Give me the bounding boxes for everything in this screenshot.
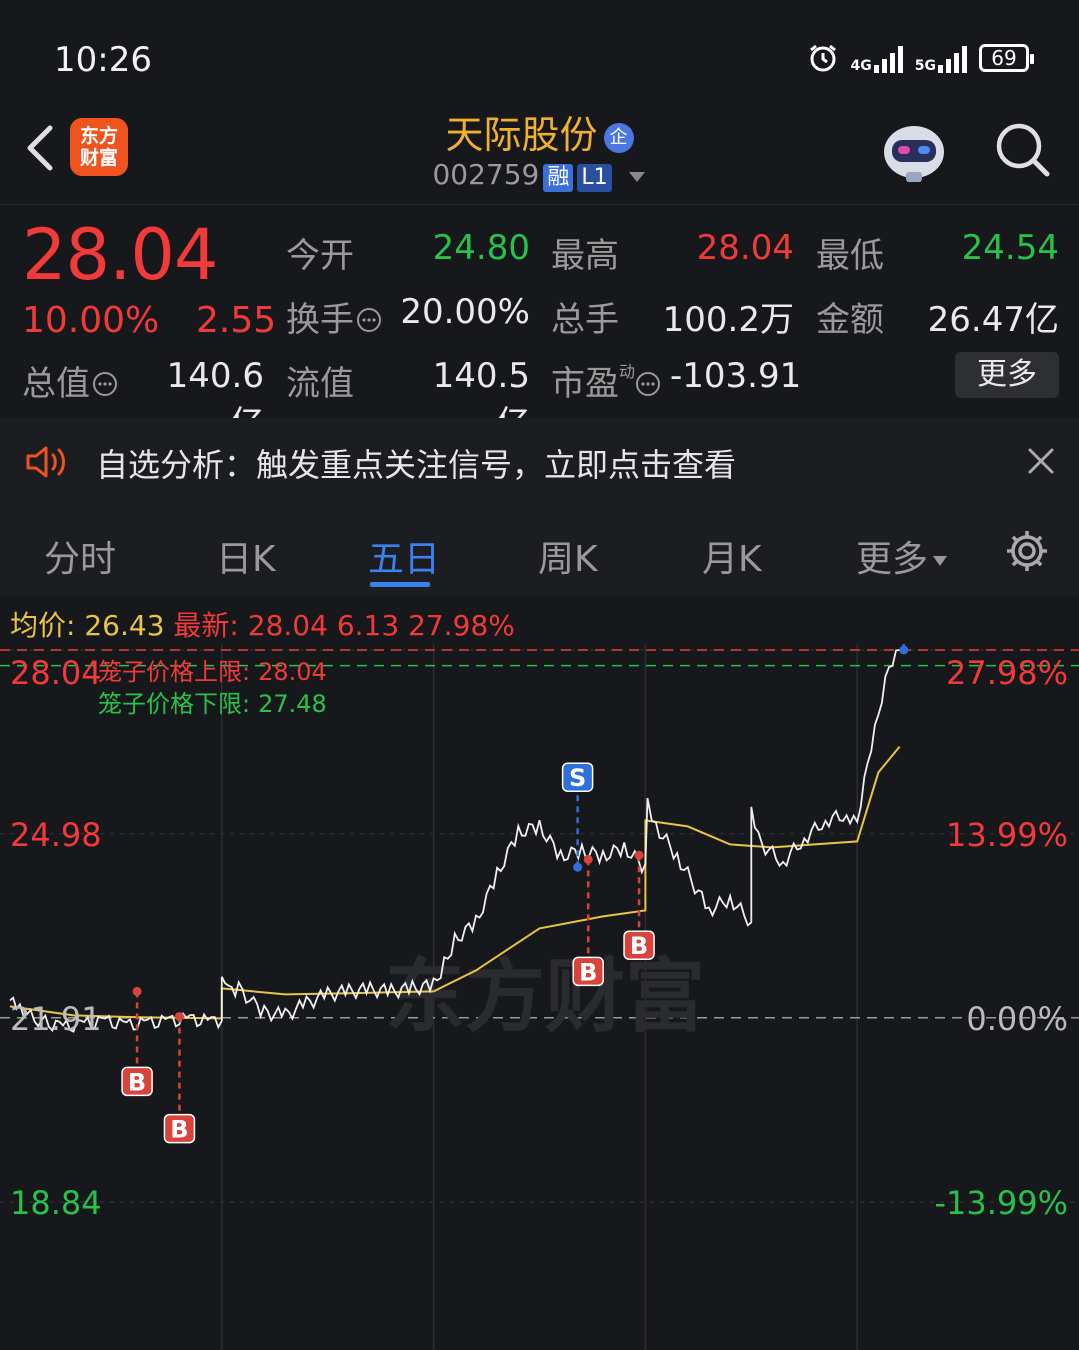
battery-icon: 69	[979, 44, 1034, 72]
signal-bars-icon	[938, 43, 967, 73]
buy-marker-label: B	[630, 932, 648, 960]
current-price: 28.04	[22, 214, 218, 296]
cage-lower-label: 笼子价格下限: 27.48	[98, 690, 327, 718]
sell-marker-label: S	[569, 764, 586, 792]
amount-value: 26.47亿	[927, 300, 1059, 340]
marker-dot	[899, 645, 909, 655]
level-tag: L1	[577, 164, 612, 192]
chart-info-line: 均价: 26.43 最新: 28.04 6.13 27.98%	[10, 604, 515, 644]
low-value: 24.54	[961, 228, 1059, 268]
tab-daily-k[interactable]: 日K	[216, 530, 276, 582]
buy-marker-label: B	[128, 1068, 146, 1096]
marker-dot	[174, 1012, 184, 1022]
tab-intraday[interactable]: 分时	[44, 530, 116, 582]
turnover-label[interactable]: 换手	[286, 292, 382, 341]
active-tab-indicator	[370, 582, 430, 587]
robot-assistant-icon[interactable]	[878, 118, 950, 184]
y-label-right-1: 13.99%	[946, 816, 1068, 854]
network-type-5g: 5G	[914, 58, 936, 74]
margin-tag: 融	[543, 164, 574, 192]
turnover-value: 20.00%	[400, 292, 530, 332]
change-percent: 10.00%	[22, 300, 160, 341]
y-label-left-2: 21.91	[10, 1000, 102, 1038]
latest-value: 28.04	[247, 609, 328, 642]
marker-dot	[583, 854, 593, 864]
marker-dot	[634, 850, 644, 860]
dropdown-caret-icon	[628, 172, 645, 182]
buy-marker-label: B	[579, 958, 597, 986]
close-icon[interactable]	[1026, 446, 1056, 476]
marker-dot	[573, 862, 583, 872]
change-amount: 2.55	[196, 300, 277, 341]
pe-dynamic-mark: 动	[619, 362, 636, 381]
enterprise-badge: 企	[603, 122, 634, 153]
marker-dot	[132, 986, 142, 996]
y-label-left-1: 24.98	[10, 816, 102, 854]
five-day-chart[interactable]: 东方财富 BBSBBS 28.04 24.98 21.91 18.84 27.9…	[0, 644, 1079, 1350]
info-circle-icon	[357, 308, 381, 332]
volume-label: 总手	[551, 300, 619, 340]
pe-label[interactable]: 市盈动	[551, 356, 661, 405]
latest-label: 最新:	[173, 609, 239, 642]
info-circle-icon	[93, 372, 117, 396]
status-icons: 4G 5G 69	[807, 42, 1034, 74]
search-icon[interactable]	[993, 120, 1051, 178]
tab-more[interactable]: 更多	[856, 530, 948, 582]
notice-text[interactable]: 自选分析：触发重点关注信号，立即点击查看	[96, 440, 736, 486]
divider	[0, 204, 1079, 205]
more-quote-button[interactable]: 更多	[955, 352, 1059, 398]
tab-monthly-k[interactable]: 月K	[702, 530, 762, 582]
latest-change: 6.13	[336, 609, 400, 642]
open-value: 24.80	[432, 228, 530, 268]
y-label-right-3: -13.99%	[934, 1184, 1068, 1222]
open-label: 今开	[286, 236, 354, 276]
status-time: 10:26	[54, 40, 152, 80]
buy-marker-label: B	[170, 1116, 188, 1144]
network-type-4g: 4G	[850, 58, 872, 74]
dropdown-caret-icon	[933, 556, 948, 566]
alarm-icon	[809, 44, 836, 72]
tab-weekly-k[interactable]: 周K	[538, 530, 598, 582]
high-value: 28.04	[696, 228, 794, 268]
stock-name: 天际股份	[445, 113, 598, 157]
high-label: 最高	[551, 236, 619, 276]
y-label-left-3: 18.84	[10, 1184, 102, 1222]
market-cap-label[interactable]: 总值	[22, 356, 118, 405]
battery-level: 69	[991, 46, 1017, 70]
amount-label: 金额	[816, 300, 884, 340]
avg-price-label: 均价:	[10, 609, 76, 642]
stock-code: 002759	[432, 158, 540, 191]
info-circle-icon	[636, 372, 661, 396]
gear-icon[interactable]	[1004, 528, 1050, 574]
y-label-left-0: 28.04	[10, 654, 102, 692]
avg-price-value: 26.43	[84, 609, 165, 642]
low-label: 最低	[816, 236, 884, 276]
speaker-icon	[26, 446, 65, 478]
pe-value: -103.91	[670, 356, 802, 396]
signal-bars-icon	[873, 43, 903, 73]
y-label-right-0: 27.98%	[946, 654, 1068, 692]
tab-five-day[interactable]: 五日	[368, 530, 440, 582]
watermark: 东方财富	[385, 950, 705, 1043]
float-cap-label: 流值	[286, 364, 354, 404]
cage-upper-label: 笼子价格上限: 28.04	[98, 658, 327, 686]
volume-value: 100.2万	[662, 300, 794, 340]
latest-change-pct: 27.98%	[408, 609, 515, 642]
y-label-right-2: 0.00%	[966, 1000, 1068, 1038]
